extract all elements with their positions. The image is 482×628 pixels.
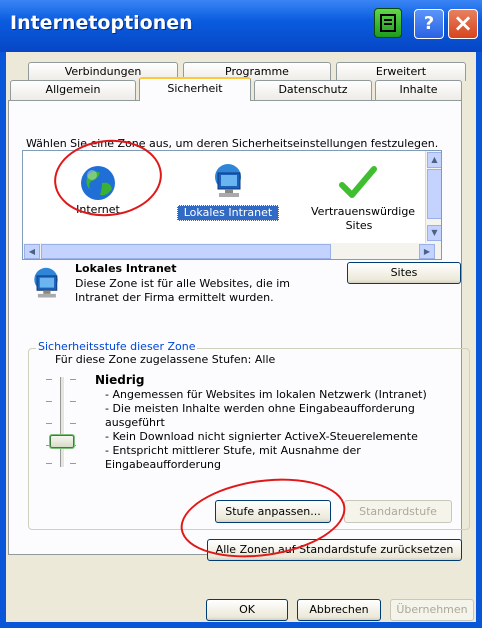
zone-label-internet: Internet [76,203,120,216]
sites-button[interactable]: Sites [347,262,461,284]
scroll-right-icon[interactable]: ▶ [419,244,435,259]
zone-horizontal-scrollbar[interactable]: ◀ ▶ [23,243,441,259]
close-button[interactable]: × [448,9,478,39]
scroll-h-thumb[interactable] [41,244,331,259]
slider-thumb[interactable] [50,435,74,448]
tab-erweitert[interactable]: Erweitert [336,62,466,81]
app-tool-icon [374,8,402,38]
zone-local-intranet[interactable]: Lokales Intranet [173,155,283,221]
tab-allgemein[interactable]: Allgemein [10,80,136,101]
security-slider[interactable] [42,373,82,468]
scroll-left-icon[interactable]: ◀ [24,244,40,259]
zone-prompt: Wählen Sie eine Zone aus, um deren Siche… [26,137,439,150]
title-bar[interactable]: Internetoptionen ? × [0,0,482,52]
tab-inhalte[interactable]: Inhalte [375,80,462,101]
allowed-levels-label: Für diese Zone zugelassene Stufen: Alle [55,353,276,366]
zone-list[interactable]: Internet Lokales Intranet Vertrauenswürd… [22,150,442,260]
selected-zone-name: Lokales Intranet [75,262,177,275]
intranet-small-icon [34,267,58,298]
help-button[interactable]: ? [414,9,444,39]
zone-vertical-scrollbar[interactable]: ▲ ▼ [425,151,441,243]
checkmark-icon [339,166,377,198]
internet-options-window: Internetoptionen ? × Verbindungen Progra… [0,0,482,628]
level-detail-4: - Entspricht mittlerer Stufe, mit Ausnah… [105,444,361,471]
zone-internet[interactable]: Internet [53,155,143,216]
level-detail-2: - Die meisten Inhalte werden ohne Eingab… [105,402,415,429]
apply-button[interactable]: Übernehmen [390,599,474,621]
level-detail-3: - Kein Download nicht signierter ActiveX… [105,430,418,443]
zone-trusted-sites[interactable]: Vertrauenswürdige Sites [303,155,416,235]
custom-level-button[interactable]: Stufe anpassen... [215,500,331,523]
cancel-button[interactable]: Abbrechen [297,599,381,621]
reset-all-zones-button[interactable]: Alle Zonen auf Standardstufe zurücksetze… [207,539,462,561]
tab-sicherheit[interactable]: Sicherheit [139,77,251,101]
level-name: Niedrig [95,373,145,387]
globe-icon [81,166,115,200]
scroll-down-icon[interactable]: ▼ [427,225,441,241]
scroll-thumb[interactable] [427,169,441,219]
zone-label-trusted-sites: Vertrauenswürdige Sites [311,205,416,232]
zone-label-local-intranet: Lokales Intranet [177,205,279,221]
level-detail-1: - Angemessen für Websites im lokalen Net… [105,388,427,401]
security-level-group-label: Sicherheitsstufe dieser Zone [36,340,198,353]
monitor-icon [215,164,241,197]
default-level-button[interactable]: Standardstufe [344,500,452,523]
selected-zone-description: Diese Zone ist für alle Websites, die im… [75,277,291,304]
tab-datenschutz[interactable]: Datenschutz [254,80,372,101]
scroll-up-icon[interactable]: ▲ [427,152,441,168]
ok-button[interactable]: OK [206,599,288,621]
level-details: - Angemessen für Websites im lokalen Net… [95,388,445,472]
window-title: Internetoptionen [10,12,193,34]
